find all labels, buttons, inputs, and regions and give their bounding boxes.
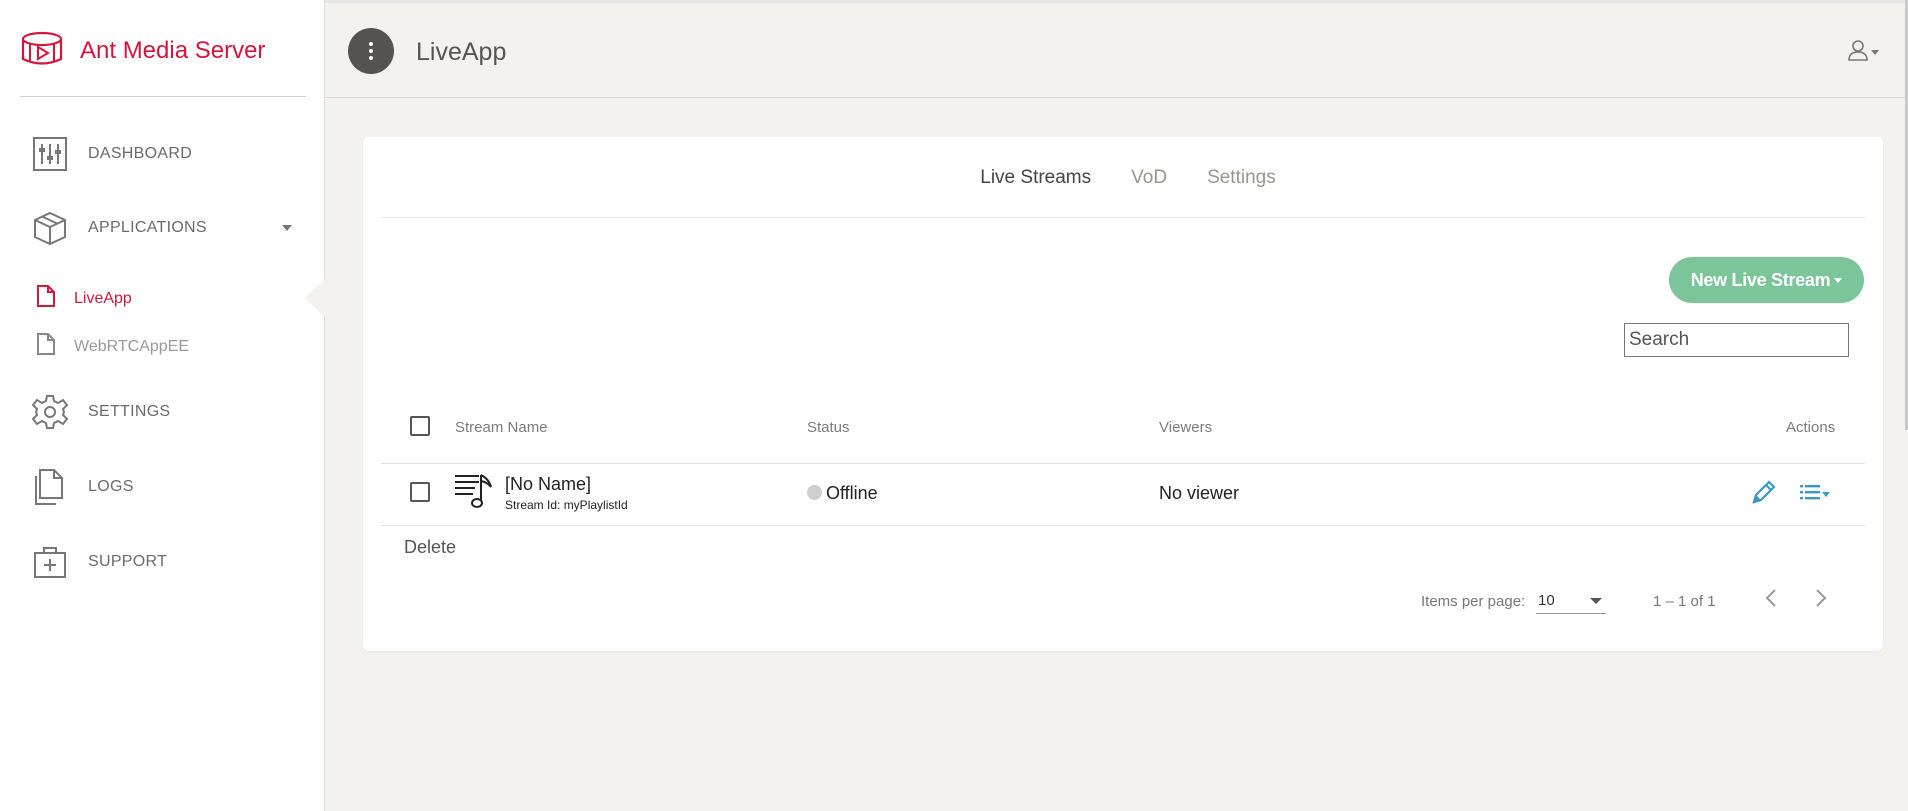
sidebar-item-settings[interactable]: SETTINGS [30, 392, 170, 432]
items-per-page-label: Items per page: [1421, 593, 1526, 610]
user-menu-button[interactable] [1847, 39, 1879, 66]
row-checkbox[interactable] [410, 482, 430, 502]
sidebar-item-liveapp[interactable]: LiveApp [36, 284, 132, 313]
tab-bar: Live Streams VoD Settings [363, 167, 1883, 189]
first-aid-kit-icon [30, 542, 70, 582]
file-icon [36, 284, 56, 313]
streams-card: Live Streams VoD Settings New Live Strea… [363, 137, 1883, 651]
sidebar-item-webrtcappee[interactable]: WebRTCAppEE [36, 332, 189, 361]
pagination-range: 1 – 1 of 1 [1653, 593, 1716, 610]
column-header-stream-name: Stream Name [455, 419, 548, 436]
page-title: LiveApp [416, 38, 507, 66]
delete-button[interactable]: Delete [404, 537, 456, 558]
tab-vod[interactable]: VoD [1131, 167, 1167, 189]
ant-media-logo-icon [20, 28, 64, 73]
status-indicator [807, 485, 822, 500]
files-icon [30, 467, 70, 507]
gear-icon [30, 392, 70, 432]
top-header: LiveApp [325, 0, 1908, 98]
column-header-actions: Actions [1786, 419, 1836, 436]
sliders-icon [30, 134, 70, 174]
stream-id: Stream Id: myPlaylistId [505, 498, 628, 512]
sidebar-item-label: DASHBOARD [88, 145, 193, 162]
sidebar-item-applications[interactable]: APPLICATIONS [30, 208, 207, 248]
chevron-down-icon [1590, 598, 1602, 604]
chevron-right-icon[interactable] [1813, 586, 1829, 615]
sidebar-item-label: LOGS [88, 478, 134, 495]
cube-icon [30, 208, 70, 248]
items-per-page-select[interactable]: 10 [1536, 588, 1606, 614]
new-live-stream-button[interactable]: New Live Stream [1669, 257, 1864, 303]
search-input[interactable] [1624, 323, 1849, 357]
sidebar-item-dashboard[interactable]: DASHBOARD [30, 134, 192, 174]
caret-down-icon [1871, 50, 1879, 55]
items-per-page-value: 10 [1538, 592, 1555, 609]
sidebar-item-label: APPLICATIONS [88, 219, 207, 236]
sidebar: Ant Media Server DASHBOARD APPLICATIONS … [0, 0, 326, 811]
brand[interactable]: Ant Media Server [20, 28, 265, 73]
sidebar-item-label: WebRTCAppEE [74, 337, 190, 355]
sidebar-item-label: SUPPORT [88, 553, 168, 570]
status-text: Offline [826, 483, 878, 503]
user-icon [1847, 39, 1869, 66]
stream-name: [No Name] [505, 474, 592, 494]
divider [381, 217, 1865, 218]
viewers-count: No viewer [1159, 483, 1240, 503]
sidebar-item-logs[interactable]: LOGS [30, 467, 134, 507]
pencil-icon[interactable] [1749, 479, 1777, 512]
divider [381, 463, 1865, 464]
chevron-down-icon[interactable] [282, 225, 292, 231]
more-vertical-icon[interactable] [348, 28, 394, 74]
chevron-left-icon[interactable] [1763, 586, 1779, 615]
select-all-checkbox[interactable] [410, 416, 430, 436]
caret-down-icon [1834, 277, 1843, 283]
column-header-viewers: Viewers [1159, 419, 1213, 436]
brand-title: Ant Media Server [80, 36, 266, 64]
row-actions-menu[interactable] [1800, 483, 1830, 506]
sidebar-item-label: SETTINGS [88, 403, 171, 420]
file-icon [36, 332, 56, 361]
list-icon [1800, 483, 1820, 506]
tab-live-streams[interactable]: Live Streams [980, 167, 1091, 189]
divider [20, 96, 306, 97]
active-indicator [305, 278, 326, 318]
playlist-music-icon [453, 471, 493, 516]
caret-down-icon [1822, 492, 1830, 497]
column-header-status: Status [807, 419, 850, 436]
divider [381, 525, 1865, 526]
new-live-stream-label: New Live Stream [1690, 269, 1831, 290]
tab-settings[interactable]: Settings [1207, 167, 1276, 189]
sidebar-item-label: LiveApp [74, 289, 132, 307]
sidebar-item-support[interactable]: SUPPORT [30, 542, 167, 582]
